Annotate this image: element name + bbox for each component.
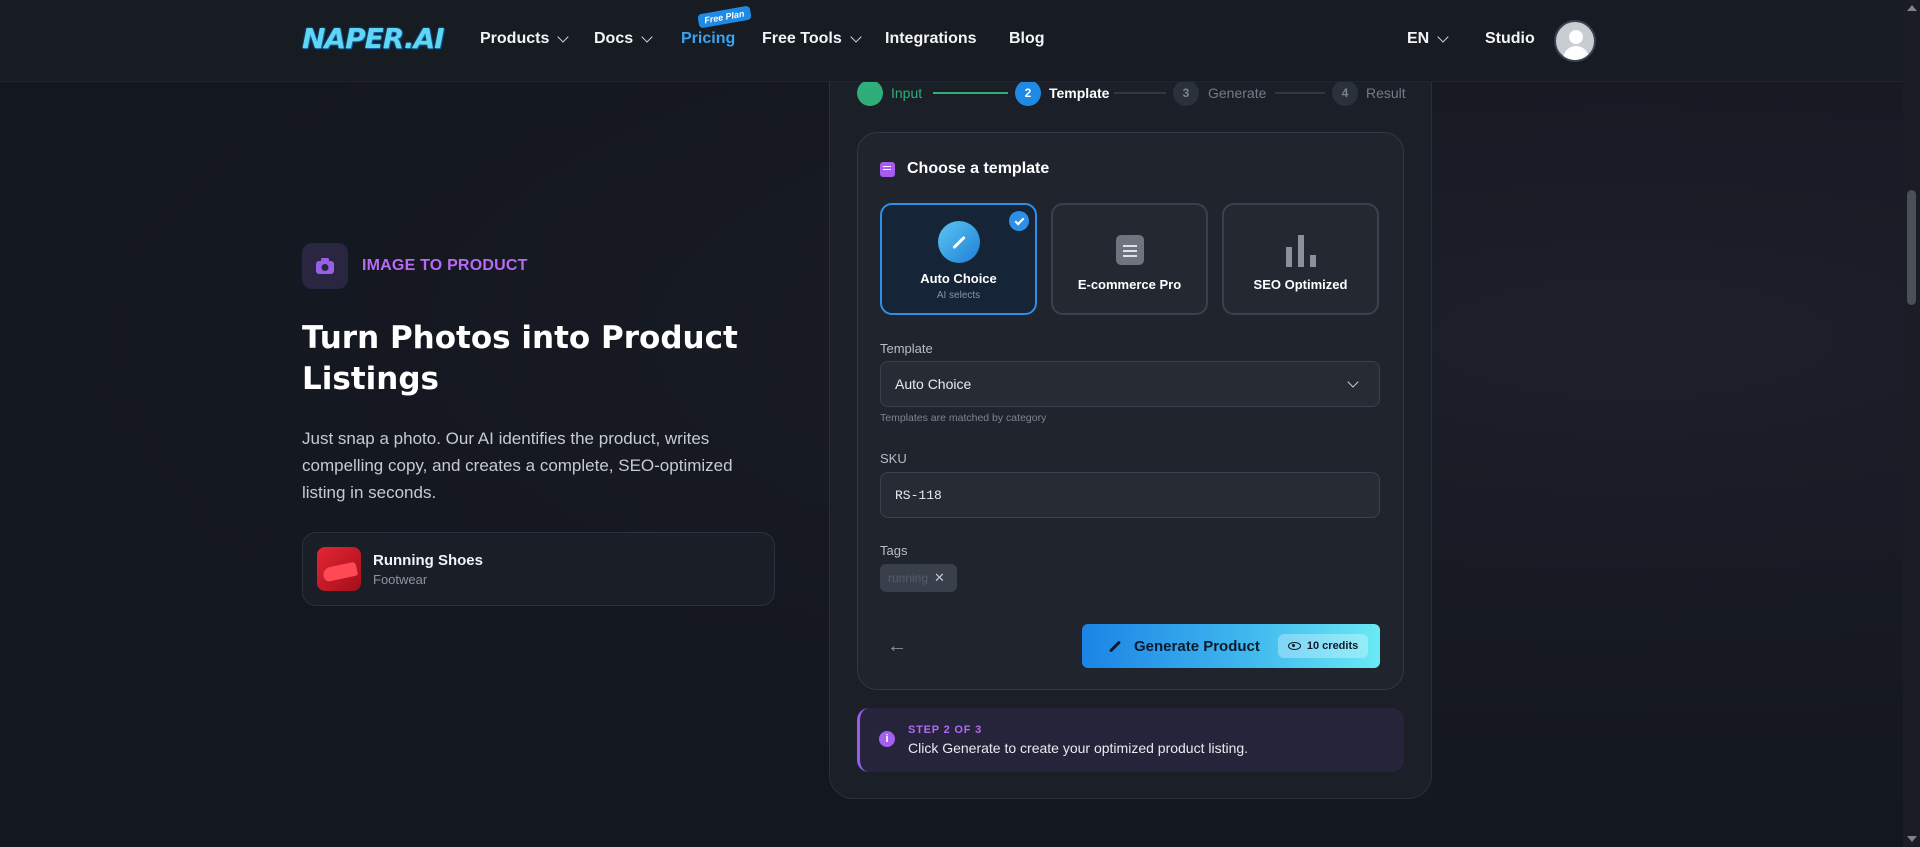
feature-eyebrow: IMAGE TO PRODUCT bbox=[302, 243, 528, 289]
template-option-auto-choice[interactable]: Auto Choice AI selects bbox=[880, 203, 1037, 315]
scroll-up-arrow-icon[interactable] bbox=[1907, 5, 1917, 11]
generate-product-button[interactable]: Generate Product 10 credits bbox=[1082, 624, 1380, 668]
top-navbar: NAPER.AI Products Docs Pricing Free Plan… bbox=[0, 0, 1903, 82]
template-field-label: Template bbox=[880, 341, 933, 356]
nav-products-label: Products bbox=[480, 30, 550, 47]
product-category: Footwear bbox=[373, 571, 428, 587]
magic-wand-icon bbox=[1108, 639, 1122, 653]
chevron-down-icon bbox=[1437, 30, 1449, 43]
tag-chip[interactable]: running ✕ bbox=[880, 564, 957, 592]
nav-integrations[interactable]: Integrations bbox=[885, 30, 977, 48]
step-2-label: Template bbox=[1049, 85, 1110, 101]
template-option-sub: AI selects bbox=[936, 290, 981, 301]
studio-link[interactable]: Studio bbox=[1485, 30, 1535, 48]
product-info: Running Shoes Footwear bbox=[373, 552, 483, 587]
language-label: EN bbox=[1407, 30, 1430, 47]
page-scrollbar[interactable] bbox=[1903, 0, 1920, 847]
close-icon[interactable]: ✕ bbox=[934, 570, 945, 586]
avatar-body bbox=[1563, 46, 1589, 60]
info-icon: i bbox=[879, 731, 895, 747]
tags-field-label: Tags bbox=[880, 543, 908, 558]
studio-label: Studio bbox=[1485, 30, 1535, 47]
template-option-name: E-commerce Pro bbox=[1077, 277, 1182, 292]
step-1-label: Input bbox=[891, 85, 923, 101]
check-icon bbox=[1009, 211, 1029, 231]
step-4-label: Result bbox=[1366, 85, 1406, 101]
bar-chart-icon bbox=[1285, 235, 1316, 267]
sku-input[interactable]: RS-118 bbox=[880, 472, 1380, 518]
sku-input-value: RS-118 bbox=[895, 487, 942, 503]
credits-badge: 10 credits bbox=[1277, 634, 1369, 658]
credits-label: 10 credits bbox=[1306, 640, 1359, 652]
nav-pricing-label: Pricing bbox=[681, 30, 736, 47]
chevron-down-icon bbox=[641, 30, 653, 43]
scroll-down-arrow-icon[interactable] bbox=[1907, 836, 1917, 842]
nav-docs[interactable]: Docs bbox=[594, 30, 653, 48]
step-3-number: 3 bbox=[1173, 80, 1199, 106]
info-step-label: STEP 2 OF 3 bbox=[908, 724, 983, 736]
nav-blog-label: Blog bbox=[1009, 30, 1045, 47]
template-option-ecommerce-pro[interactable]: E-commerce Pro bbox=[1051, 203, 1208, 315]
back-arrow-icon[interactable]: ← bbox=[887, 635, 907, 658]
free-plan-badge: Free Plan bbox=[697, 5, 752, 29]
nav-blog[interactable]: Blog bbox=[1009, 30, 1045, 48]
template-select[interactable]: Auto Choice bbox=[880, 361, 1380, 407]
template-option-seo-optimized[interactable]: SEO Optimized bbox=[1222, 203, 1379, 315]
brand-logo[interactable]: NAPER.AI bbox=[302, 22, 445, 56]
document-icon bbox=[1115, 235, 1144, 265]
scrollbar-thumb[interactable] bbox=[1907, 190, 1916, 305]
step-1-done-icon bbox=[857, 80, 883, 106]
camera-icon bbox=[302, 243, 348, 289]
step-2-number: 2 bbox=[1015, 80, 1041, 106]
product-thumbnail bbox=[317, 547, 361, 591]
nav-pricing[interactable]: Pricing bbox=[681, 30, 735, 48]
step-3-label: Generate bbox=[1208, 85, 1267, 101]
step-connector bbox=[1275, 92, 1325, 94]
template-select-value: Auto Choice bbox=[895, 376, 972, 392]
template-hint: Templates are matched by category bbox=[880, 412, 1047, 424]
product-name: Running Shoes bbox=[373, 551, 483, 569]
eye-icon bbox=[1287, 642, 1301, 650]
sku-field-label: SKU bbox=[880, 451, 907, 466]
chevron-down-icon bbox=[1347, 376, 1359, 388]
generate-button-label: Generate Product bbox=[1134, 637, 1260, 655]
user-avatar[interactable] bbox=[1554, 20, 1596, 62]
chevron-down-icon bbox=[850, 30, 862, 43]
info-text: Click Generate to create your optimized … bbox=[908, 740, 1249, 756]
section-heading-label: Choose a template bbox=[907, 160, 1050, 177]
step-connector bbox=[933, 92, 1008, 94]
product-card[interactable]: Running Shoes Footwear bbox=[302, 532, 775, 606]
template-option-name: Auto Choice bbox=[920, 271, 997, 286]
step-4-number: 4 bbox=[1332, 80, 1358, 106]
template-option-name: SEO Optimized bbox=[1253, 277, 1348, 292]
chevron-down-icon bbox=[557, 30, 570, 43]
language-selector[interactable]: EN bbox=[1407, 30, 1449, 48]
eyebrow-label: IMAGE TO PRODUCT bbox=[362, 257, 528, 274]
tag-chip-label: running bbox=[888, 571, 929, 585]
page-title: Turn Photos into Product Listings bbox=[302, 320, 738, 397]
step-connector bbox=[1114, 92, 1166, 94]
page-description: Just snap a photo. Our AI identifies the… bbox=[302, 429, 733, 502]
step-info-banner: i STEP 2 OF 3 Click Generate to create y… bbox=[857, 708, 1404, 772]
nav-docs-label: Docs bbox=[594, 30, 634, 47]
nav-integrations-label: Integrations bbox=[885, 30, 977, 47]
nav-products[interactable]: Products bbox=[480, 30, 570, 48]
document-icon bbox=[880, 161, 895, 177]
avatar-head bbox=[1569, 30, 1583, 44]
nav-free-tools-label: Free Tools bbox=[762, 30, 842, 47]
magic-wand-icon bbox=[937, 221, 980, 263]
nav-free-tools[interactable]: Free Tools bbox=[762, 30, 862, 48]
section-heading: Choose a template bbox=[880, 160, 1049, 178]
